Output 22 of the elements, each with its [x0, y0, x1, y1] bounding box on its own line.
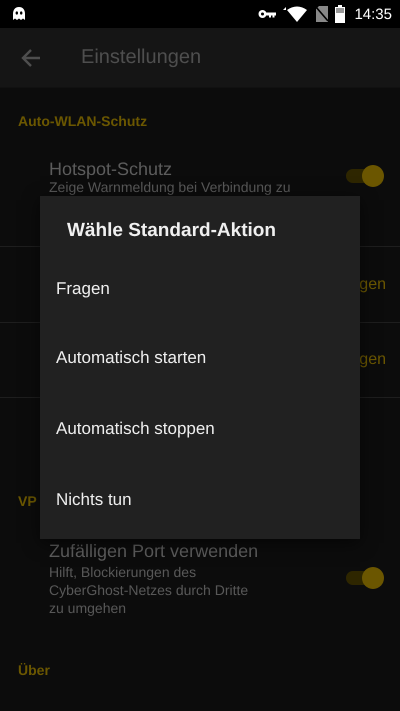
setting-value: gen — [359, 276, 386, 294]
setting-description: Hilft, Blockierungen des CyberGhost-Netzes durch Dritte zu umgehen — [49, 563, 250, 617]
setting-description: Zeige Warnmeldung bei Verbindung zu — [49, 180, 292, 194]
setting-title: Hotspot-Schutz — [49, 158, 174, 180]
section-header: VP — [18, 492, 37, 510]
dialog-option[interactable]: Fragen — [40, 256, 360, 322]
battery-icon — [335, 5, 346, 23]
no-sim-icon — [316, 6, 328, 22]
dialog-title: Wähle Standard-Aktion — [66, 219, 278, 243]
ghost-icon — [12, 7, 26, 21]
wifi-icon — [283, 6, 310, 22]
dialog-option[interactable]: Automatisch starten — [40, 322, 360, 393]
setting-value: gen — [359, 351, 386, 369]
dialog-option[interactable]: Automatisch stoppen — [40, 393, 360, 464]
section-header: Über — [18, 661, 50, 679]
dialog-option[interactable]: Nichts tun — [40, 464, 360, 535]
screen-title: Einstellungen — [81, 46, 202, 69]
clock-time: 14:35 — [354, 6, 392, 22]
back-arrow-icon[interactable] — [21, 48, 41, 68]
section-header: Auto-WLAN-Schutz — [18, 112, 148, 130]
key-icon — [258, 9, 276, 19]
setting-title: Zufälligen Port verwenden — [49, 540, 260, 563]
